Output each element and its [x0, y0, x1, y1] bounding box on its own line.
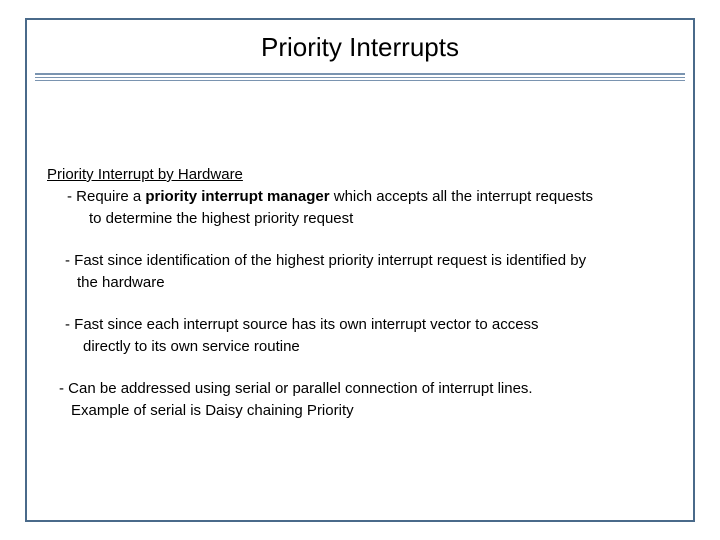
slide-frame: Priority Interrupts Priority Interrupt b… [25, 18, 695, 522]
bullet-1-bold: priority interrupt manager [145, 188, 329, 205]
slide-content: Priority Interrupt by Hardware - Require… [27, 83, 693, 421]
bullet-1: - Require a priority interrupt manager w… [47, 187, 673, 229]
bullet-1-line2: to determine the highest priority reques… [47, 209, 673, 229]
bullet-2: - Fast since identification of the highe… [47, 251, 673, 293]
bullet-1-pre: - Require a [67, 188, 145, 205]
bullet-3-line2: directly to its own service routine [47, 337, 673, 357]
bullet-1-post: which accepts all the interrupt requests [330, 188, 593, 205]
bullet-4-line2: Example of serial is Daisy chaining Prio… [47, 401, 673, 421]
bullet-2-line2: the hardware [47, 273, 673, 293]
bullet-3: - Fast since each interrupt source has i… [47, 315, 673, 357]
title-underline [35, 73, 685, 81]
title-area: Priority Interrupts [27, 20, 693, 69]
bullet-4-line1: - Can be addressed using serial or paral… [47, 379, 673, 399]
section-heading: Priority Interrupt by Hardware [47, 165, 673, 185]
bullet-4: - Can be addressed using serial or paral… [47, 379, 673, 421]
bullet-3-line1: - Fast since each interrupt source has i… [47, 315, 673, 335]
slide-title: Priority Interrupts [27, 32, 693, 63]
bullet-2-line1: - Fast since identification of the highe… [47, 251, 673, 271]
